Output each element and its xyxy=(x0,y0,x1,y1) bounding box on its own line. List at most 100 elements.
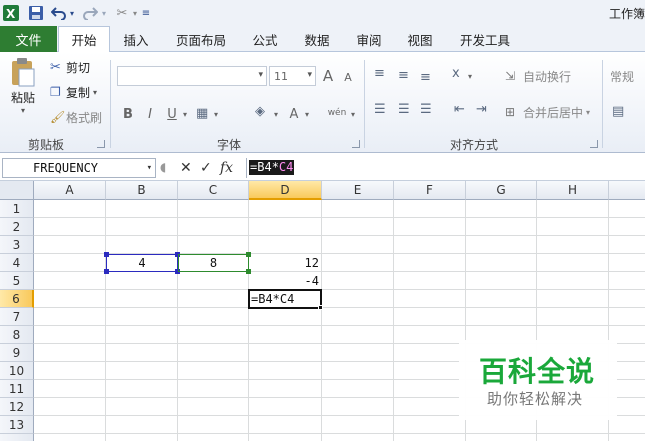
undo-icon[interactable] xyxy=(48,4,70,22)
column-header-e[interactable]: E xyxy=(322,181,394,200)
row-header-4[interactable]: 4 xyxy=(0,254,34,272)
currency-icon[interactable]: ▤ xyxy=(612,104,624,119)
font-size-value: 11 xyxy=(274,70,288,83)
tab-data[interactable]: 数据 xyxy=(296,26,338,52)
underline-dropdown[interactable]: ▾ xyxy=(181,106,189,122)
font-color-button[interactable]: A xyxy=(286,104,302,124)
name-box-dropdown-icon[interactable]: ▾ xyxy=(147,159,152,177)
number-format-combo[interactable]: 常规 xyxy=(606,66,645,86)
align-right-icon[interactable]: ☰ xyxy=(420,102,432,117)
insert-function-icon[interactable]: fx xyxy=(220,160,233,176)
row-header-5[interactable]: 5 xyxy=(0,272,34,290)
font-launcher-icon[interactable] xyxy=(352,140,360,148)
undo-dropdown[interactable]: ▾ xyxy=(68,4,76,22)
column-header-h[interactable]: H xyxy=(537,181,609,200)
font-name-combo[interactable]: ▾ xyxy=(117,66,267,86)
enter-icon[interactable]: ✓ xyxy=(200,160,212,176)
align-bottom-icon[interactable]: ≡ xyxy=(420,70,431,85)
align-center-icon[interactable]: ☰ xyxy=(398,102,410,117)
row-header-8[interactable]: 8 xyxy=(0,326,34,344)
row-header-6[interactable]: 6 xyxy=(0,290,34,308)
increase-indent-icon[interactable]: ⇥ xyxy=(476,102,487,117)
cancel-icon[interactable]: ✕ xyxy=(180,160,192,176)
row-header-13[interactable]: 13 xyxy=(0,416,34,434)
cell-d4[interactable]: 12 xyxy=(249,254,322,272)
merge-center-button[interactable]: ⊞ 合并后居中 ▾ xyxy=(505,102,597,122)
italic-button[interactable]: I xyxy=(142,104,158,124)
fill-color-icon[interactable]: ◈ xyxy=(255,104,265,119)
orientation-dropdown[interactable]: ▾ xyxy=(466,68,474,84)
alignment-launcher-icon[interactable] xyxy=(590,140,598,148)
tab-review[interactable]: 审阅 xyxy=(348,26,390,52)
copy-dropdown-icon[interactable]: ▾ xyxy=(93,88,97,97)
column-header-d[interactable]: D xyxy=(249,181,322,200)
row-header-2[interactable]: 2 xyxy=(0,218,34,236)
shrink-font-button[interactable]: A xyxy=(340,68,356,86)
tab-developer[interactable]: 开发工具 xyxy=(452,26,518,52)
format-painter-button[interactable]: 🖌 格式刷 xyxy=(50,108,106,126)
bold-button[interactable]: B xyxy=(120,104,136,124)
column-header-b[interactable]: B xyxy=(106,181,178,200)
paste-button[interactable]: 粘贴 ▾ xyxy=(4,56,42,116)
cut-button[interactable]: ✂ 剪切 xyxy=(50,58,100,76)
column-header-f[interactable]: F xyxy=(394,181,466,200)
expand-icon[interactable]: ◖ xyxy=(160,160,166,174)
border-icon[interactable]: ▦ xyxy=(196,106,208,121)
row-header-9[interactable]: 9 xyxy=(0,344,34,362)
tab-home[interactable]: 开始 xyxy=(58,26,110,53)
row-header-3[interactable]: 3 xyxy=(0,236,34,254)
decrease-indent-icon[interactable]: ⇤ xyxy=(454,102,465,117)
formula-operator: * xyxy=(271,160,279,174)
align-left-icon[interactable]: ☰ xyxy=(374,102,386,117)
select-all-corner[interactable] xyxy=(0,181,34,200)
grow-font-button[interactable]: A xyxy=(320,66,336,86)
row-header-10[interactable]: 10 xyxy=(0,362,34,380)
redo-dropdown[interactable]: ▾ xyxy=(100,4,108,22)
column-header-a[interactable]: A xyxy=(34,181,106,200)
cell-b4[interactable]: 4 xyxy=(106,254,178,272)
underline-button[interactable]: U xyxy=(164,104,180,124)
tool-icon[interactable]: ✂ xyxy=(112,4,132,22)
tab-file[interactable]: 文件 xyxy=(0,26,57,52)
fill-handle[interactable] xyxy=(318,305,323,310)
excel-logo-icon: X xyxy=(2,4,20,22)
wrap-text-button[interactable]: ⇲ 自动换行 xyxy=(505,66,579,86)
tab-page-layout[interactable]: 页面布局 xyxy=(168,26,234,52)
redo-icon[interactable] xyxy=(80,4,100,22)
orientation-icon[interactable]: ⅹ xyxy=(452,66,460,81)
cell-d5[interactable]: -4 xyxy=(249,272,322,290)
name-box[interactable]: FREQUENCY ▾ xyxy=(2,158,156,178)
cell-c4[interactable]: 8 xyxy=(178,254,249,272)
clipboard-launcher-icon[interactable] xyxy=(97,140,105,148)
phonetic-button[interactable]: wén xyxy=(326,102,348,124)
font-color-dropdown[interactable]: ▾ xyxy=(303,106,311,122)
tab-view[interactable]: 视图 xyxy=(399,26,441,52)
align-top-icon[interactable]: ≡ xyxy=(374,66,385,81)
align-middle-icon[interactable]: ≡ xyxy=(398,68,409,83)
font-size-combo[interactable]: 11 ▾ xyxy=(269,66,316,86)
phonetic-dropdown[interactable]: ▾ xyxy=(349,106,357,122)
row-header-14[interactable] xyxy=(0,434,34,441)
column-header-i[interactable] xyxy=(609,181,645,200)
fill-dropdown[interactable]: ▾ xyxy=(272,106,280,122)
grid-line xyxy=(34,325,645,326)
row-header-11[interactable]: 11 xyxy=(0,380,34,398)
copy-button[interactable]: ❐ 复制 ▾ xyxy=(50,83,106,101)
row-header-12[interactable]: 12 xyxy=(0,398,34,416)
formula-input[interactable]: =B4*C4 xyxy=(246,158,645,178)
grid-line xyxy=(34,289,645,290)
save-icon[interactable] xyxy=(27,4,45,22)
tab-insert[interactable]: 插入 xyxy=(114,26,158,52)
column-header-g[interactable]: G xyxy=(466,181,537,200)
tool-dropdown[interactable]: ▾ xyxy=(131,4,139,22)
row-header-1[interactable]: 1 xyxy=(0,200,34,218)
tab-formulas[interactable]: 公式 xyxy=(244,26,286,52)
ribbon-separator xyxy=(110,60,111,148)
row-header-7[interactable]: 7 xyxy=(0,308,34,326)
cell-d6[interactable]: =B4*C4 xyxy=(249,290,322,308)
paste-dropdown-icon[interactable]: ▾ xyxy=(21,106,25,115)
merge-dropdown-icon[interactable]: ▾ xyxy=(586,108,590,117)
customize-qat-icon[interactable]: ≡ xyxy=(141,4,151,22)
border-dropdown[interactable]: ▾ xyxy=(212,106,220,122)
column-header-c[interactable]: C xyxy=(178,181,249,200)
